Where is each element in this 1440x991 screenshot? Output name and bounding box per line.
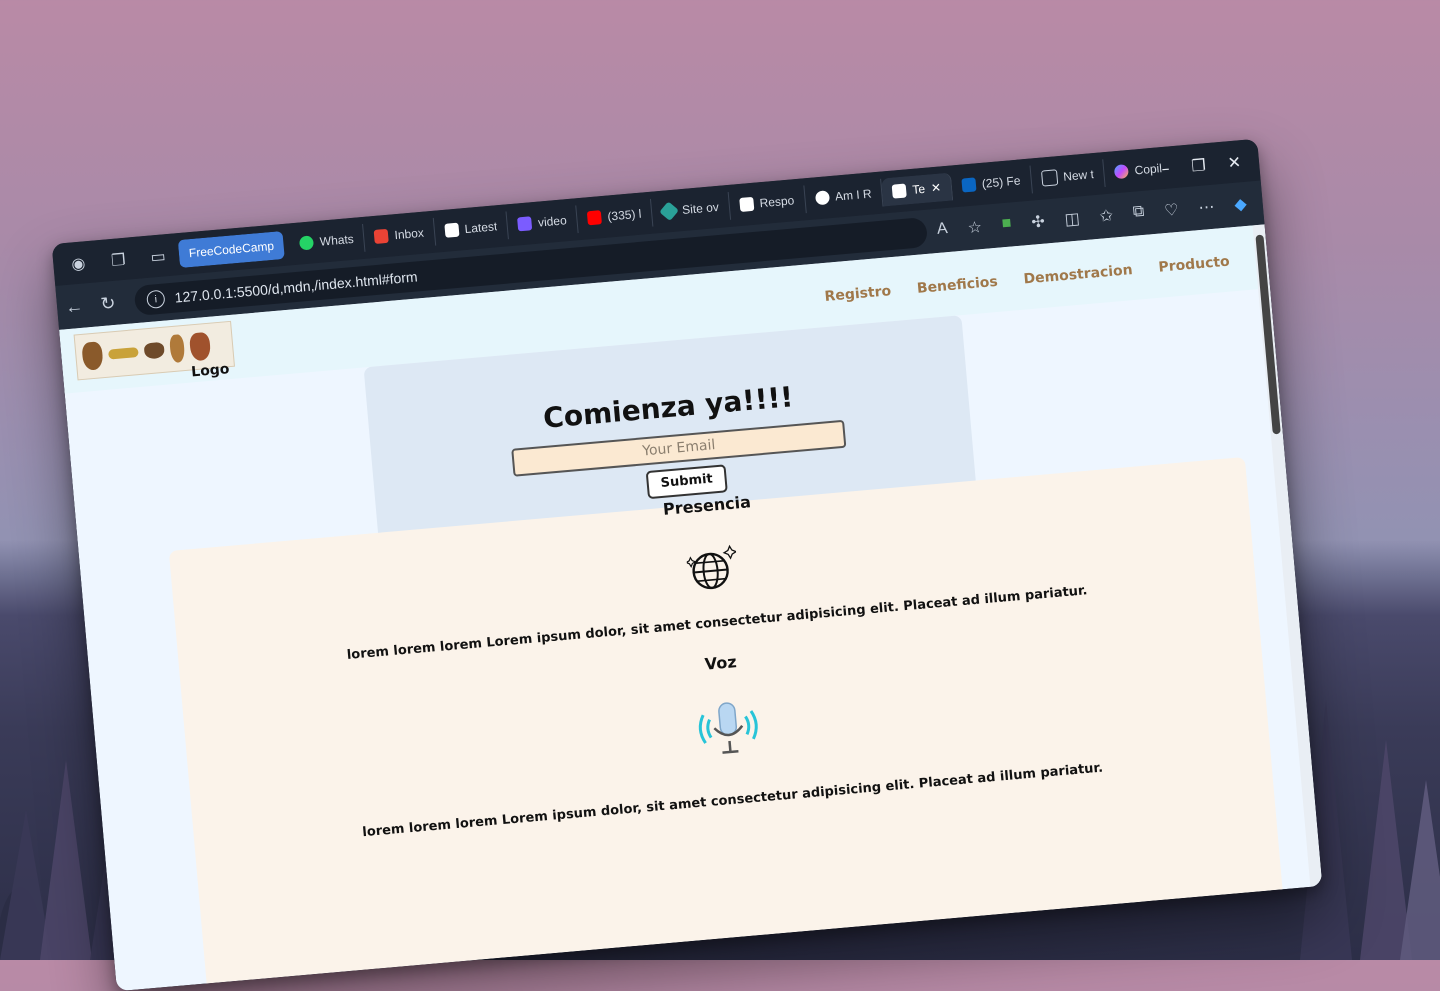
restore-icon[interactable]: ❐: [1191, 155, 1207, 175]
close-window-icon[interactable]: ✕: [1227, 152, 1242, 172]
nav-link-registro[interactable]: Registro: [824, 283, 892, 305]
tab[interactable]: Respo: [728, 185, 807, 220]
tab[interactable]: Inbox: [363, 217, 436, 252]
tab-label: Copilo: [1134, 160, 1163, 178]
linkedin-icon: [961, 177, 977, 193]
tab-label: Latest: [464, 219, 498, 237]
favorite-star-icon[interactable]: ☆: [967, 217, 983, 238]
site-icon: [739, 196, 755, 213]
gmail-icon: [374, 228, 390, 244]
microphone-icon: [698, 702, 758, 754]
tree: [1400, 780, 1440, 960]
tab-label: Respo: [758, 193, 795, 211]
youtube-icon: [586, 210, 603, 226]
browser-essentials-icon[interactable]: ♡: [1163, 200, 1180, 221]
tab-label: Inbox: [393, 225, 425, 243]
horn-icon: [108, 347, 139, 360]
nav-link-producto[interactable]: Producto: [1158, 254, 1231, 276]
tab-label: Whats: [319, 231, 355, 249]
logo-label: Logo: [190, 361, 231, 381]
page-viewport: Logo Registro Beneficios Demostracion Pr…: [59, 224, 1323, 991]
tree: [40, 760, 92, 960]
feature-text: lorem lorem lorem Lorem ipsum dolor, sit…: [361, 760, 1104, 841]
nav-link-demostracion[interactable]: Demostracion: [1023, 262, 1133, 287]
window-controls: – ❐ ✕: [1161, 152, 1242, 178]
info-icon[interactable]: i: [146, 289, 166, 310]
url-text: 127.0.0.1:5500/d,mdn,/index.html#form: [174, 268, 419, 306]
new-tab-icon: [1040, 169, 1058, 187]
tab[interactable]: Am I R: [803, 178, 884, 214]
tab[interactable]: Site ov: [651, 191, 731, 227]
tab[interactable]: Copilo: [1103, 154, 1163, 188]
extension-icon[interactable]: ■: [1001, 214, 1012, 235]
back-icon[interactable]: ←: [56, 294, 92, 318]
browser-window: ◉ ❐ ▭ FreeCodeCamp Whats Inbox Latest vi…: [51, 138, 1323, 991]
split-screen-icon[interactable]: ◫: [1064, 208, 1081, 229]
favorites-icon[interactable]: ✩: [1099, 206, 1114, 227]
tab-label: Te: [911, 181, 926, 197]
extensions-puzzle-icon[interactable]: ✣: [1031, 212, 1046, 233]
scrollbar-thumb[interactable]: [1255, 234, 1281, 435]
site-nav: Registro Beneficios Demostracion Product…: [824, 254, 1230, 305]
site-icon: [444, 222, 460, 238]
tab-label: Site ov: [681, 199, 720, 218]
tab-label: video: [537, 213, 568, 230]
tab[interactable]: Latest: [433, 211, 510, 246]
minimize-icon[interactable]: –: [1161, 158, 1171, 178]
diamond-icon: [659, 201, 680, 222]
close-icon[interactable]: ✕: [930, 180, 941, 195]
guitar-icon: [81, 341, 104, 371]
tab-active[interactable]: Te ✕: [881, 172, 954, 207]
site-icon: [814, 190, 830, 206]
tab[interactable]: video: [506, 205, 579, 240]
whatsapp-icon: [299, 235, 315, 251]
tab[interactable]: (335) l: [576, 198, 654, 234]
copilot-icon[interactable]: ◆: [1234, 194, 1248, 215]
refresh-icon[interactable]: ↻: [90, 292, 126, 316]
read-aloud-icon[interactable]: A: [936, 220, 948, 241]
tab-label: Am I R: [834, 186, 873, 204]
tab[interactable]: Whats: [288, 223, 366, 259]
tab-label: New t: [1062, 167, 1095, 184]
tab[interactable]: New t: [1030, 159, 1106, 194]
tab-actions-icon[interactable]: ▭: [142, 240, 175, 273]
tab[interactable]: (25) Fe: [950, 165, 1033, 201]
copilot-icon: [1114, 164, 1130, 180]
tab-label: (335) l: [606, 206, 642, 224]
nav-link-beneficios[interactable]: Beneficios: [916, 274, 998, 297]
tab-label: (25) Fe: [981, 173, 1022, 191]
collections-icon[interactable]: ⧉: [1132, 203, 1145, 224]
more-icon[interactable]: ⋯: [1198, 197, 1216, 218]
video-icon: [517, 216, 533, 232]
violin-icon: [188, 331, 212, 362]
harp-icon: [169, 334, 186, 364]
globe-sparkle-icon: [685, 544, 738, 590]
workspaces-icon[interactable]: ❐: [102, 243, 135, 276]
submit-button[interactable]: Submit: [645, 464, 728, 500]
drum-icon: [143, 341, 165, 360]
site-icon: [891, 183, 908, 199]
tab-group-freecodecamp[interactable]: FreeCodeCamp: [177, 230, 286, 269]
profile-icon[interactable]: ◉: [62, 247, 95, 280]
